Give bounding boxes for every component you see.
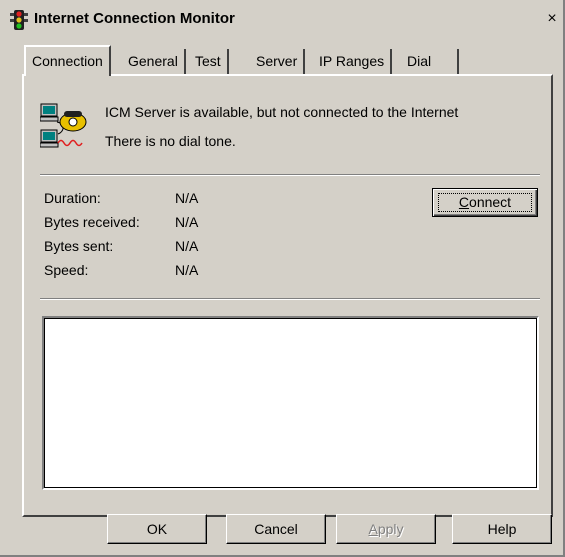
tab-server[interactable]: Server — [250, 49, 306, 76]
bytes-sent-value: N/A — [175, 238, 199, 254]
separator-top — [40, 174, 540, 176]
bytes-sent-label: Bytes sent: — [44, 238, 114, 254]
tab-connection[interactable]: Connection — [24, 45, 111, 76]
speed-value: N/A — [175, 262, 199, 278]
connect-button[interactable]: Connect — [432, 188, 538, 217]
cancel-button[interactable]: Cancel — [226, 514, 326, 544]
duration-value: N/A — [175, 190, 199, 206]
tab-general[interactable]: General — [122, 49, 186, 76]
separator-bottom — [40, 298, 540, 300]
tab-ip-ranges[interactable]: IP Ranges — [313, 49, 393, 76]
bytes-received-value: N/A — [175, 214, 199, 230]
ok-button[interactable]: OK — [107, 514, 207, 544]
connect-label: onnect — [469, 194, 512, 210]
tab-dial[interactable]: Dial — [401, 49, 459, 76]
apply-label: pply — [377, 521, 404, 537]
close-button[interactable]: × — [542, 10, 562, 29]
speed-label: Speed: — [44, 262, 89, 278]
dialog-window: Internet Connection Monitor × Connection… — [0, 0, 565, 557]
connect-accel-key: C — [458, 194, 470, 210]
title-bar[interactable]: Internet Connection Monitor × — [10, 8, 562, 32]
window-title: Internet Connection Monitor — [34, 10, 235, 27]
dial-status-text: There is no dial tone. — [105, 133, 236, 149]
apply-accel-key: A — [368, 521, 378, 537]
duration-label: Duration: — [44, 190, 101, 206]
tab-test[interactable]: Test — [189, 49, 229, 76]
help-button[interactable]: Help — [452, 514, 552, 544]
apply-button[interactable]: Apply — [336, 514, 436, 544]
server-status-text: ICM Server is available, but not connect… — [105, 104, 459, 120]
network-phone-icon — [40, 103, 87, 148]
traffic-light-icon — [10, 10, 28, 30]
connection-log[interactable] — [42, 316, 539, 490]
bytes-received-label: Bytes received: — [44, 214, 140, 230]
